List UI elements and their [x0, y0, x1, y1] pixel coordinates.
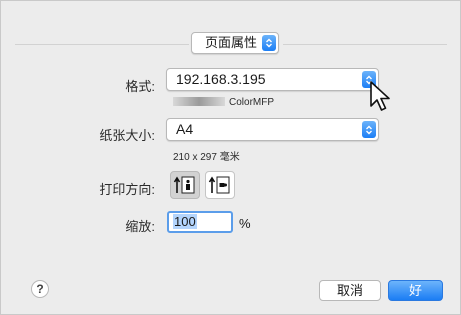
landscape-icon	[208, 176, 230, 194]
format-popup[interactable]: 192.168.3.195	[166, 68, 379, 91]
cancel-button[interactable]: 取消	[319, 280, 381, 301]
mouse-cursor-icon	[370, 81, 390, 111]
orientation-label: 打印方向:	[99, 182, 155, 197]
page-setup-sheet: 页面属性 格式: 192.168.3.195 ColorMFP 纸张大小: A4…	[0, 0, 461, 315]
portrait-option[interactable]	[170, 171, 200, 199]
title-popup-label: 页面属性	[205, 35, 258, 50]
ok-button[interactable]: 好	[388, 280, 443, 301]
scale-label: 缩放:	[125, 219, 155, 234]
paper-size-value: A4	[176, 121, 194, 137]
paper-size-popup[interactable]: A4	[166, 118, 379, 141]
scale-value: 100	[173, 214, 197, 229]
paper-size-sub: 210 x 297 毫米	[173, 152, 240, 163]
format-label: 格式:	[125, 79, 155, 94]
title-popup-stepper-icon	[262, 35, 276, 51]
format-sub: ColorMFP	[229, 97, 275, 108]
title-popup[interactable]: 页面属性	[191, 32, 279, 54]
separator-right	[283, 44, 447, 45]
landscape-option[interactable]	[205, 171, 235, 199]
format-value: 192.168.3.195	[176, 71, 266, 87]
printer-thumbnail	[173, 97, 225, 106]
paper-size-label: 纸张大小:	[99, 128, 155, 143]
scale-input[interactable]: 100	[167, 211, 233, 233]
portrait-icon	[173, 176, 195, 194]
separator-left	[15, 44, 189, 45]
scale-unit: %	[239, 216, 251, 231]
help-button[interactable]: ?	[31, 280, 49, 298]
paper-size-stepper-icon	[362, 121, 376, 138]
